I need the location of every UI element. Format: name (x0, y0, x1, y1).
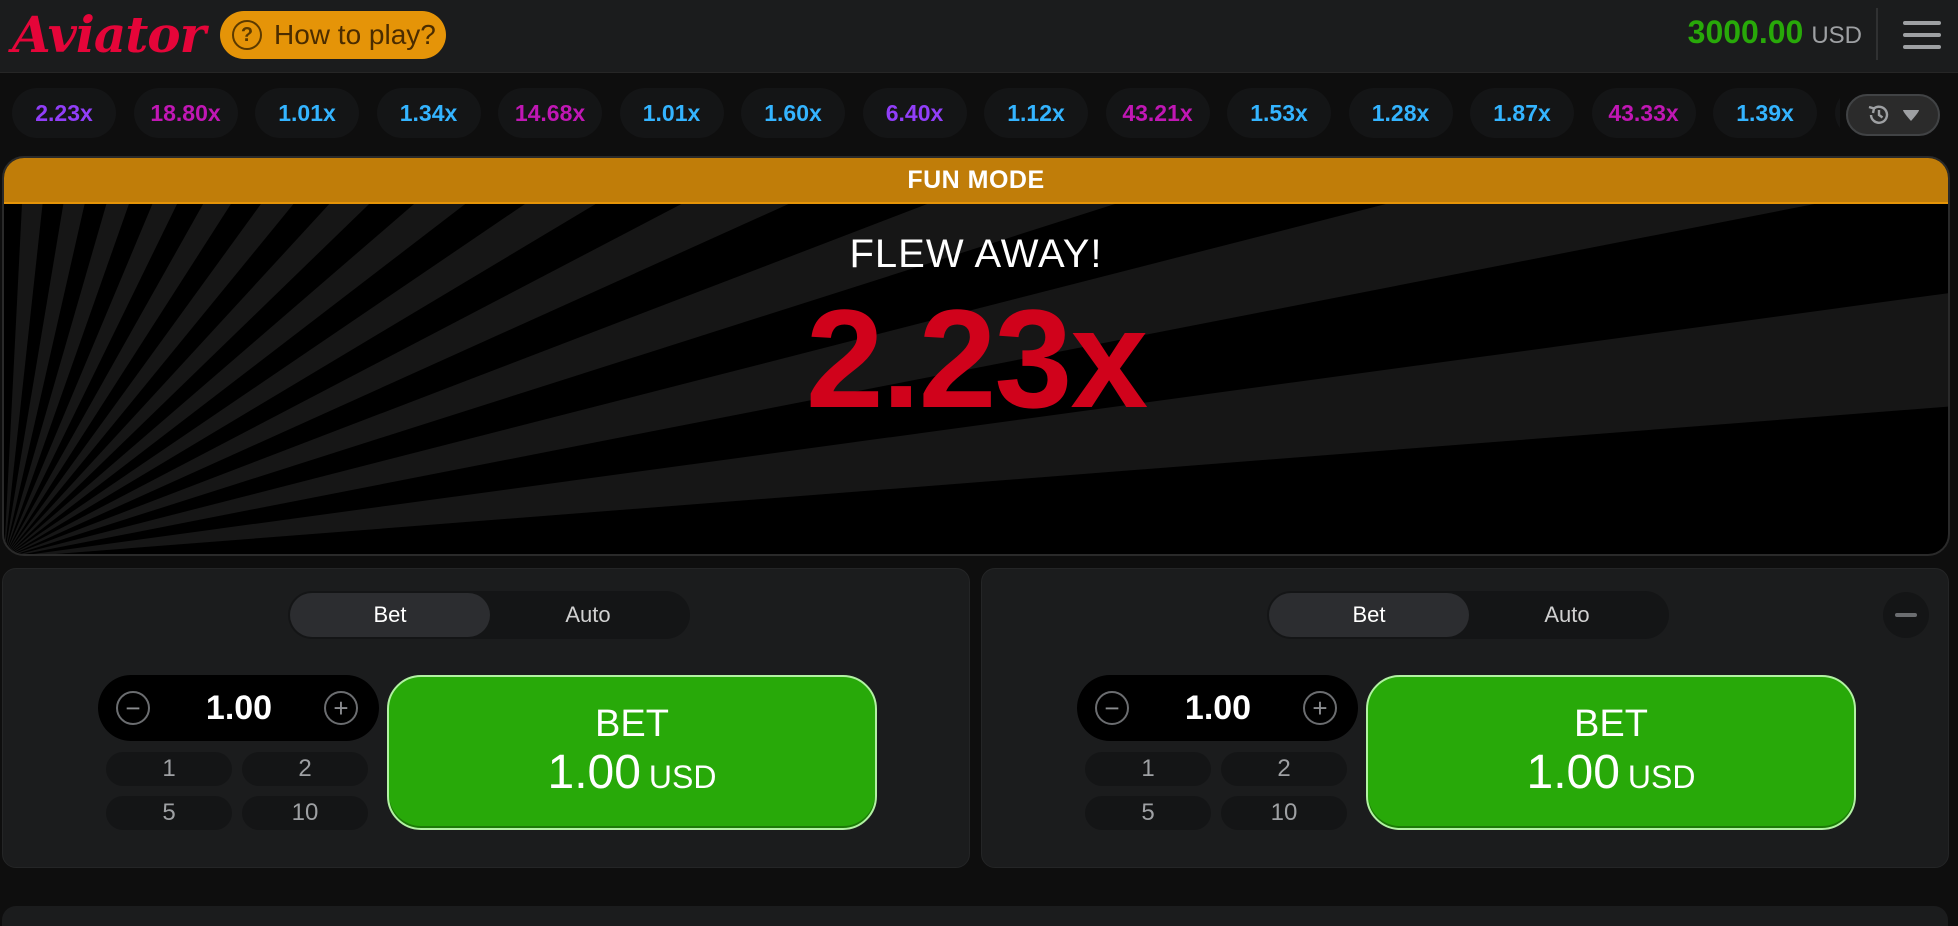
bet-amount-input[interactable]: 1.00 (158, 675, 320, 741)
bet-panel-1: Bet Auto − 1.00 + 1 2 5 10 BET 1.00 USD (2, 568, 970, 868)
game-stage: FUN MODE FLEW AWAY! 2.23x (2, 156, 1950, 556)
balance-display: 3000.00 USD (1688, 14, 1862, 58)
bet-panel-2: Bet Auto − 1.00 + 1 2 5 10 BET 1.00 USD (981, 568, 1949, 868)
quick-amount-1[interactable]: 1 (106, 752, 232, 786)
bet-button-amount: 1.00 (547, 745, 641, 799)
aviator-logo: Aviator (12, 5, 206, 64)
history-multiplier-pill[interactable]: 43.33x (1591, 88, 1696, 138)
crash-multiplier: 2.23x (805, 280, 1148, 437)
bet-button-currency: USD (1627, 758, 1696, 795)
bet-button-label: BET (1574, 702, 1648, 745)
decrease-icon[interactable]: − (1095, 691, 1129, 725)
history-multiplier-pill[interactable]: 1.12x (984, 88, 1088, 138)
multiplier-history: 2.23x 18.80x 1.01x 1.34x 14.68x 1.01x 1.60x 6.4… (0, 88, 1840, 140)
history-multiplier-pill[interactable]: 1.34x (376, 88, 481, 138)
flew-away-text: FLEW AWAY! (849, 232, 1103, 276)
bet-button-label: BET (595, 702, 669, 745)
how-to-play-label: How to play? (274, 19, 436, 50)
quick-amount-5[interactable]: 5 (106, 796, 232, 830)
chevron-down-icon (1903, 110, 1919, 121)
history-multiplier-pill[interactable]: 1.01x (619, 88, 724, 138)
history-multiplier-pill[interactable]: 2.23x (12, 88, 116, 138)
tab-auto[interactable]: Auto (1467, 593, 1667, 637)
history-multiplier-pill[interactable]: 1.60x (741, 88, 845, 138)
tab-bet[interactable]: Bet (290, 593, 490, 637)
quick-amount-5[interactable]: 5 (1085, 796, 1211, 830)
bet-button-amount: 1.00 (1526, 745, 1620, 799)
quick-amount-2[interactable]: 2 (1221, 752, 1347, 786)
bet-button-amount-line: 1.00 USD (1527, 746, 1696, 804)
tab-bet[interactable]: Bet (1269, 593, 1469, 637)
history-multiplier-pill[interactable]: 18.80x (133, 88, 238, 138)
history-multiplier-pill[interactable]: 1.01x (255, 88, 359, 138)
top-bar: Aviator ? How to play? 3000.00 USD (0, 0, 1958, 73)
minus-icon (1895, 613, 1917, 617)
history-multiplier-pill[interactable]: 1.0 (1834, 88, 1840, 138)
bet-button[interactable]: BET 1.00 USD (387, 675, 877, 830)
quick-amount-10[interactable]: 10 (1221, 796, 1347, 830)
bet-amount-input[interactable]: 1.00 (1137, 675, 1299, 741)
history-clock-icon (1868, 105, 1889, 124)
decrease-icon[interactable]: − (116, 691, 150, 725)
bet-mode-tabs: Bet Auto (1267, 591, 1669, 639)
bet-button-amount-line: 1.00 USD (548, 746, 717, 804)
question-icon: ? (232, 20, 262, 50)
bet-mode-tabs: Bet Auto (288, 591, 690, 639)
history-toggle-button[interactable] (1846, 94, 1940, 136)
bet-button[interactable]: BET 1.00 USD (1366, 675, 1856, 830)
header-divider (1876, 8, 1878, 60)
fun-mode-banner: FUN MODE (4, 158, 1948, 204)
tab-auto[interactable]: Auto (488, 593, 688, 637)
quick-amount-2[interactable]: 2 (242, 752, 368, 786)
quick-amount-1[interactable]: 1 (1085, 752, 1211, 786)
history-multiplier-pill[interactable]: 43.21x (1105, 88, 1210, 138)
history-multiplier-pill[interactable]: 1.39x (1713, 88, 1817, 138)
history-multiplier-pill[interactable]: 1.87x (1470, 88, 1574, 138)
history-multiplier-pill[interactable]: 1.53x (1227, 88, 1331, 138)
remove-panel-button[interactable] (1883, 592, 1929, 638)
history-multiplier-pill[interactable]: 6.40x (862, 88, 967, 138)
quick-amount-10[interactable]: 10 (242, 796, 368, 830)
balance-currency: USD (1811, 22, 1862, 49)
bottom-panel-edge (2, 906, 1948, 926)
increase-icon[interactable]: + (324, 691, 358, 725)
bet-amount-stepper: − 1.00 + (1077, 675, 1358, 741)
history-multiplier-pill[interactable]: 14.68x (498, 88, 602, 138)
history-multiplier-pill[interactable]: 1.28x (1348, 88, 1453, 138)
hamburger-menu-icon[interactable] (1903, 19, 1941, 51)
balance-amount: 3000.00 (1687, 14, 1804, 50)
increase-icon[interactable]: + (1303, 691, 1337, 725)
bet-amount-stepper: − 1.00 + (98, 675, 379, 741)
how-to-play-button[interactable]: ? How to play? (220, 11, 446, 59)
bet-button-currency: USD (648, 758, 717, 795)
